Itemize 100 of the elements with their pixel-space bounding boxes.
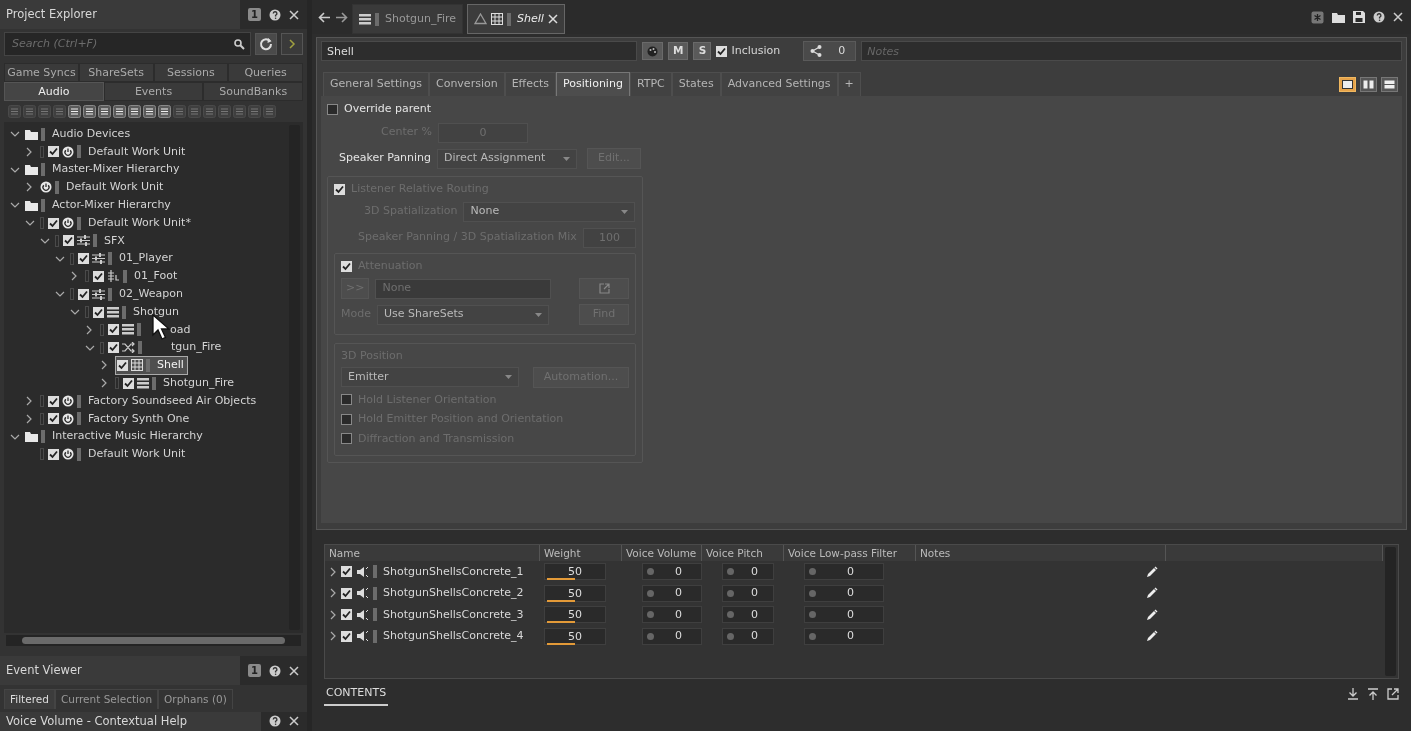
asterisk-icon[interactable] bbox=[1311, 10, 1324, 24]
value-field[interactable]: 0 bbox=[722, 606, 774, 624]
toolbar-icon[interactable] bbox=[98, 105, 111, 119]
chevron-right-icon[interactable] bbox=[329, 566, 337, 577]
column-header[interactable]: Notes bbox=[916, 545, 1166, 561]
tab[interactable]: Audio bbox=[4, 82, 104, 102]
value-field[interactable]: 0 bbox=[804, 563, 884, 581]
chevron-right-icon[interactable] bbox=[25, 396, 33, 406]
value-field[interactable]: 0 bbox=[722, 627, 774, 645]
weight-field[interactable]: 50 bbox=[544, 563, 606, 581]
tab[interactable]: General Settings bbox=[323, 72, 429, 96]
toolbar-icon[interactable] bbox=[143, 105, 156, 119]
tree-item[interactable]: 02_Weapon bbox=[117, 285, 185, 303]
chevron-right-icon[interactable] bbox=[329, 609, 337, 620]
chevron-right-icon[interactable] bbox=[85, 324, 93, 335]
tree-item[interactable]: Default Work Unit bbox=[64, 179, 166, 196]
chevron-down-icon[interactable] bbox=[10, 201, 20, 210]
tab[interactable]: Game Syncs bbox=[4, 63, 79, 83]
pencil-icon[interactable] bbox=[1146, 587, 1158, 600]
search-box[interactable]: Search (Ctrl+F) bbox=[4, 32, 251, 57]
forward-icon[interactable] bbox=[335, 11, 348, 23]
external-link-icon[interactable] bbox=[1387, 688, 1399, 700]
chevron-right-icon[interactable] bbox=[329, 631, 337, 642]
tab[interactable]: RTPC bbox=[629, 72, 672, 96]
value-field[interactable]: 0 bbox=[722, 563, 774, 581]
solo-button[interactable]: S bbox=[693, 42, 712, 60]
tab-label[interactable]: Shell bbox=[517, 10, 544, 28]
value-field[interactable]: 0 bbox=[722, 584, 774, 602]
value-field[interactable]: 0 bbox=[642, 563, 702, 581]
value-field[interactable]: 0 bbox=[642, 627, 702, 645]
pencil-icon[interactable] bbox=[1146, 630, 1158, 643]
add-tab-button[interactable]: + bbox=[837, 72, 861, 96]
close-icon[interactable] bbox=[1393, 12, 1403, 22]
document-tab[interactable]: Shell bbox=[467, 4, 565, 34]
chevron-down-icon[interactable] bbox=[10, 165, 20, 174]
tree-item[interactable]: 01_Foot bbox=[132, 268, 180, 285]
download-icon[interactable] bbox=[1347, 688, 1359, 700]
tab[interactable]: Orphans (0) bbox=[158, 689, 233, 709]
chevron-right-icon[interactable] bbox=[100, 378, 108, 389]
tree-item[interactable]: Default Work Unit bbox=[86, 143, 188, 161]
tab[interactable]: ShareSets bbox=[78, 63, 154, 83]
help-icon[interactable] bbox=[269, 664, 281, 677]
chevron-down-icon[interactable] bbox=[85, 343, 95, 352]
tree-item[interactable]: Actor-Mixer Hierarchy bbox=[50, 197, 173, 214]
tree-item[interactable]: Interactive Music Hierarchy bbox=[50, 428, 205, 445]
color-button[interactable] bbox=[642, 42, 663, 60]
chevron-down-icon[interactable] bbox=[70, 308, 80, 316]
tab[interactable]: Events bbox=[103, 82, 204, 102]
column-header[interactable]: Voice Low-pass Filter bbox=[784, 545, 916, 561]
value-field[interactable]: 0 bbox=[804, 584, 884, 602]
column-header[interactable]: Name bbox=[325, 545, 540, 561]
chevron-right-icon[interactable] bbox=[100, 360, 108, 371]
layout-button[interactable] bbox=[1381, 76, 1398, 92]
tab[interactable]: Positioning bbox=[556, 72, 630, 96]
tab[interactable]: Sessions bbox=[153, 63, 229, 83]
mute-button[interactable]: M bbox=[668, 42, 689, 60]
scrollbar[interactable] bbox=[6, 634, 301, 647]
toolbar-icon[interactable] bbox=[158, 105, 171, 119]
close-icon[interactable] bbox=[289, 665, 299, 676]
tab[interactable]: Conversion bbox=[428, 72, 505, 96]
chevron-right-icon[interactable] bbox=[25, 182, 33, 193]
toolbar-icon[interactable] bbox=[68, 105, 81, 119]
search-field[interactable]: Search (Ctrl+F) bbox=[10, 34, 234, 54]
chevron-down-icon[interactable] bbox=[25, 219, 35, 228]
column-header[interactable]: Voice Volume bbox=[622, 545, 702, 561]
weight-field[interactable]: 50 bbox=[544, 584, 606, 602]
back-icon[interactable] bbox=[318, 11, 331, 23]
upload-icon[interactable] bbox=[1367, 688, 1379, 700]
value-field[interactable]: 0 bbox=[642, 584, 702, 602]
pencil-icon[interactable] bbox=[1146, 565, 1158, 578]
references-button[interactable]: 0 bbox=[803, 41, 857, 61]
help-icon[interactable] bbox=[269, 8, 281, 21]
tree-item[interactable]: Factory Synth One bbox=[86, 410, 192, 428]
chevron-down-icon[interactable] bbox=[55, 290, 65, 299]
tree-item[interactable]: Default Work Unit* bbox=[86, 214, 193, 232]
tree-item[interactable]: 01_Player bbox=[117, 250, 175, 267]
name-field[interactable]: Shell bbox=[321, 41, 637, 61]
tab-label[interactable]: Shotgun_Fire bbox=[385, 10, 457, 28]
chevron-right-icon[interactable] bbox=[70, 271, 78, 282]
tab[interactable]: Filtered bbox=[4, 689, 55, 709]
weight-field[interactable]: 50 bbox=[544, 627, 606, 645]
tree-item[interactable]: tgun_Fire bbox=[169, 339, 224, 356]
close-icon[interactable] bbox=[289, 9, 299, 20]
chevron-down-icon[interactable] bbox=[10, 432, 20, 441]
close-icon[interactable] bbox=[547, 14, 558, 24]
tree-item[interactable]: Shotgun bbox=[131, 303, 181, 321]
badge[interactable]: 1 bbox=[248, 664, 261, 678]
toolbar-icon[interactable] bbox=[83, 105, 96, 119]
save-icon[interactable] bbox=[1353, 11, 1365, 23]
chevron-right-icon[interactable] bbox=[25, 413, 33, 424]
chevron-right-icon[interactable] bbox=[329, 588, 337, 599]
tree-item[interactable]: Factory Soundseed Air Objects bbox=[86, 392, 259, 410]
column-header[interactable]: Voice Pitch bbox=[702, 545, 784, 561]
badge[interactable]: 1 bbox=[248, 8, 261, 22]
toolbar-icon[interactable] bbox=[128, 105, 141, 119]
help-icon[interactable] bbox=[269, 715, 281, 728]
folder-icon[interactable] bbox=[1332, 11, 1345, 23]
chevron-down-icon[interactable] bbox=[40, 236, 50, 245]
help-icon[interactable] bbox=[1373, 11, 1385, 23]
weight-field[interactable]: 50 bbox=[544, 606, 606, 624]
